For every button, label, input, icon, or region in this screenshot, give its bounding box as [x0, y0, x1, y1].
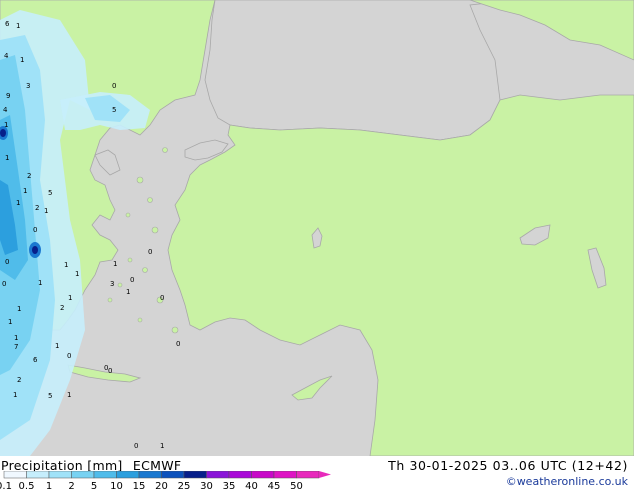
value-marker: 2 [35, 204, 39, 212]
legend-label: 1 [46, 481, 52, 490]
value-marker: 1 [16, 199, 20, 207]
color-legend: 0.10.5125101520253035404550 [0, 471, 331, 490]
value-marker: 6 [5, 20, 10, 28]
value-marker: 1 [5, 154, 9, 162]
value-marker: 1 [160, 442, 164, 450]
legend-swatch [71, 471, 95, 479]
value-marker: 1 [23, 187, 27, 195]
value-marker: 1 [44, 207, 48, 215]
legend-swatch [161, 471, 185, 479]
value-marker: 1 [20, 56, 24, 64]
value-marker: 0 [67, 352, 71, 360]
value-marker: 0 [148, 248, 152, 256]
value-marker: 1 [4, 121, 8, 129]
value-marker: 0 [160, 294, 164, 302]
legend-label: 0.1 [0, 481, 12, 490]
value-marker: 5 [48, 189, 52, 197]
value-marker: 1 [75, 270, 79, 278]
value-marker: 3 [26, 82, 30, 90]
legend-label: 30 [200, 481, 213, 490]
value-marker: 0 [5, 258, 9, 266]
value-marker: 1 [13, 391, 17, 399]
legend-label: 15 [133, 481, 146, 490]
value-marker: 1 [16, 22, 20, 30]
value-marker: 0 [33, 226, 37, 234]
value-marker: 0 [176, 340, 180, 348]
value-marker: 0 [104, 364, 108, 372]
legend-swatch [228, 471, 252, 479]
legend-swatch [3, 471, 27, 479]
legend-swatch [251, 471, 275, 479]
value-marker: 1 [64, 261, 68, 269]
legend-label: 45 [268, 481, 281, 490]
value-marker: 4 [3, 106, 8, 114]
legend-label: 50 [290, 481, 303, 490]
value-marker: 1 [126, 288, 130, 296]
value-marker: 5 [48, 392, 52, 400]
legend-swatch [296, 471, 320, 479]
legend-swatch [93, 471, 117, 479]
value-marker: 7 [14, 343, 18, 351]
legend-label: 2 [68, 481, 74, 490]
legend-swatch [183, 471, 207, 479]
value-marker: 0 [2, 280, 6, 288]
legend-label: 25 [178, 481, 191, 490]
value-marker: 0 [130, 276, 134, 284]
value-marker: 1 [113, 260, 117, 268]
value-marker: 0 [108, 367, 112, 375]
credit-link[interactable]: ©weatheronline.co.uk [506, 475, 628, 488]
value-marker: 3 [110, 280, 114, 288]
value-marker: 6 [33, 356, 38, 364]
legend-swatch [26, 471, 50, 479]
precipitation-map: 6 14 19341121125011127 10516211001113100000… [0, 0, 634, 456]
value-marker: 1 [38, 279, 42, 287]
legend-swatch [273, 471, 297, 479]
value-marker: 1 [68, 294, 72, 302]
legend-arrow [319, 471, 331, 478]
legend-label: 5 [91, 481, 97, 490]
datetime-label: Th 30-01-2025 03..06 UTC (12+42) [388, 458, 628, 473]
value-marker: 2 [27, 172, 31, 180]
legend-label: 20 [155, 481, 168, 490]
value-marker: 5 [112, 106, 116, 114]
legend-swatch [206, 471, 230, 479]
value-marker: 1 [67, 391, 71, 399]
legend-label: 40 [245, 481, 258, 490]
value-marker: 1 [14, 334, 18, 342]
value-marker: 4 [4, 52, 9, 60]
legend-label: 10 [110, 481, 123, 490]
value-marker: 0 [112, 82, 116, 90]
value-marker: 1 [8, 318, 12, 326]
value-marker: 1 [55, 342, 59, 350]
value-marker: 2 [60, 304, 64, 312]
legend-swatch [138, 471, 162, 479]
value-marker: 2 [17, 376, 21, 384]
legend-label: 35 [223, 481, 236, 490]
legend-swatch [116, 471, 140, 479]
value-marker: 1 [17, 305, 21, 313]
legend-label: 0.5 [19, 481, 35, 490]
value-marker: 9 [6, 92, 10, 100]
value-marker: 0 [134, 442, 138, 450]
legend-swatch [48, 471, 72, 479]
